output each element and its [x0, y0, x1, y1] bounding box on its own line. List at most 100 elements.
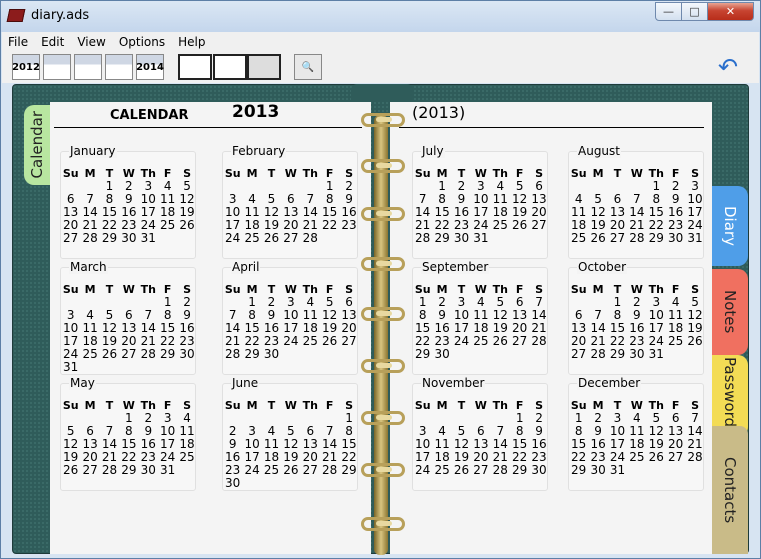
day-cell[interactable] [510, 348, 529, 361]
day-cell[interactable]: 27 [80, 464, 99, 477]
day-cell[interactable]: 26 [647, 451, 666, 464]
menu-view[interactable]: View [71, 35, 112, 49]
day-cell[interactable]: 30 [529, 464, 548, 477]
day-cell[interactable]: 27 [608, 232, 627, 245]
day-cell[interactable]: 28 [588, 348, 607, 361]
day-cell[interactable]: 24 [452, 335, 471, 348]
day-cell[interactable]: 29 [242, 348, 261, 361]
day-cell[interactable] [320, 477, 339, 490]
day-cell[interactable] [242, 477, 261, 490]
day-cell[interactable]: 30 [452, 232, 471, 245]
day-cell[interactable]: 26 [685, 335, 704, 348]
day-cell[interactable]: 28 [223, 348, 242, 361]
day-cell[interactable] [685, 348, 704, 361]
day-cell[interactable] [529, 348, 548, 361]
day-cell[interactable]: 25 [471, 335, 490, 348]
day-cell[interactable]: 30 [666, 232, 685, 245]
day-cell[interactable] [339, 232, 358, 245]
day-cell[interactable]: 29 [510, 464, 529, 477]
day-cell[interactable] [666, 464, 685, 477]
minimize-button[interactable]: — [655, 2, 682, 21]
day-cell[interactable] [685, 464, 704, 477]
day-cell[interactable]: 30 [627, 348, 646, 361]
day-cell[interactable]: 23 [339, 219, 358, 232]
two-page-view-icon[interactable] [213, 54, 247, 80]
day-cell[interactable]: 28 [529, 335, 548, 348]
day-cell[interactable]: 27 [119, 348, 138, 361]
day-cell[interactable]: 28 [627, 232, 646, 245]
next-year-button[interactable]: 2014 [136, 54, 164, 80]
day-cell[interactable] [281, 477, 300, 490]
day-cell[interactable]: 26 [177, 219, 196, 232]
day-cell[interactable]: 25 [177, 451, 196, 464]
search-icon[interactable]: 🔍 [294, 54, 322, 80]
day-cell[interactable]: 25 [569, 232, 588, 245]
day-cell[interactable] [627, 464, 646, 477]
day-cell[interactable]: 28 [491, 464, 510, 477]
day-cell[interactable]: 26 [100, 348, 119, 361]
day-cell[interactable]: 27 [666, 451, 685, 464]
day-cell[interactable]: 28 [301, 232, 320, 245]
day-cell[interactable] [80, 361, 99, 374]
day-cell[interactable]: 31 [608, 464, 627, 477]
day-cell[interactable]: 26 [262, 232, 281, 245]
day-cell[interactable]: 29 [569, 464, 588, 477]
prev-month-calendar-icon[interactable] [43, 54, 71, 80]
day-cell[interactable]: 30 [262, 348, 281, 361]
day-cell[interactable] [666, 348, 685, 361]
day-cell[interactable]: 29 [158, 348, 177, 361]
day-cell[interactable]: 26 [452, 464, 471, 477]
day-cell[interactable]: 31 [471, 232, 490, 245]
day-cell[interactable] [301, 477, 320, 490]
day-cell[interactable]: 25 [666, 335, 685, 348]
tab-contacts[interactable]: Contacts [712, 426, 748, 554]
day-cell[interactable]: 25 [158, 219, 177, 232]
day-cell[interactable] [281, 348, 300, 361]
day-cell[interactable]: 31 [158, 464, 177, 477]
day-cell[interactable]: 27 [301, 464, 320, 477]
day-cell[interactable]: 25 [262, 464, 281, 477]
day-cell[interactable] [119, 361, 138, 374]
day-cell[interactable]: 28 [100, 464, 119, 477]
day-cell[interactable] [177, 464, 196, 477]
tab-diary[interactable]: Diary [712, 186, 748, 266]
day-cell[interactable]: 25 [242, 232, 261, 245]
day-cell[interactable] [158, 232, 177, 245]
day-cell[interactable]: 25 [491, 219, 510, 232]
day-cell[interactable]: 27 [569, 348, 588, 361]
day-cell[interactable] [510, 232, 529, 245]
menu-options[interactable]: Options [113, 35, 172, 49]
day-cell[interactable]: 26 [510, 219, 529, 232]
day-cell[interactable]: 24 [242, 464, 261, 477]
day-cell[interactable]: 30 [177, 348, 196, 361]
day-cell[interactable]: 22 [320, 219, 339, 232]
tab-notes[interactable]: Notes [712, 269, 748, 355]
day-cell[interactable]: 25 [627, 451, 646, 464]
day-cell[interactable]: 29 [339, 464, 358, 477]
day-cell[interactable] [320, 232, 339, 245]
day-cell[interactable]: 26 [281, 464, 300, 477]
day-cell[interactable]: 31 [139, 232, 158, 245]
day-cell[interactable]: 30 [223, 477, 242, 490]
day-cell[interactable]: 27 [61, 232, 80, 245]
day-cell[interactable]: 31 [647, 348, 666, 361]
next-month-calendar-icon[interactable] [105, 54, 133, 80]
day-cell[interactable] [139, 361, 158, 374]
day-cell[interactable]: 30 [588, 464, 607, 477]
day-cell[interactable]: 26 [491, 335, 510, 348]
today-calendar-icon[interactable] [74, 54, 102, 80]
day-cell[interactable]: 30 [432, 348, 451, 361]
day-cell[interactable]: 27 [471, 464, 490, 477]
day-cell[interactable] [529, 232, 548, 245]
close-button[interactable]: ✕ [708, 2, 754, 21]
day-cell[interactable]: 30 [119, 232, 138, 245]
day-cell[interactable] [491, 232, 510, 245]
day-cell[interactable]: 29 [608, 348, 627, 361]
day-cell[interactable]: 26 [61, 464, 80, 477]
day-cell[interactable] [339, 477, 358, 490]
day-cell[interactable] [262, 477, 281, 490]
day-cell[interactable]: 25 [432, 464, 451, 477]
day-cell[interactable]: 31 [685, 232, 704, 245]
day-cell[interactable]: 30 [139, 464, 158, 477]
day-cell[interactable]: 27 [281, 232, 300, 245]
